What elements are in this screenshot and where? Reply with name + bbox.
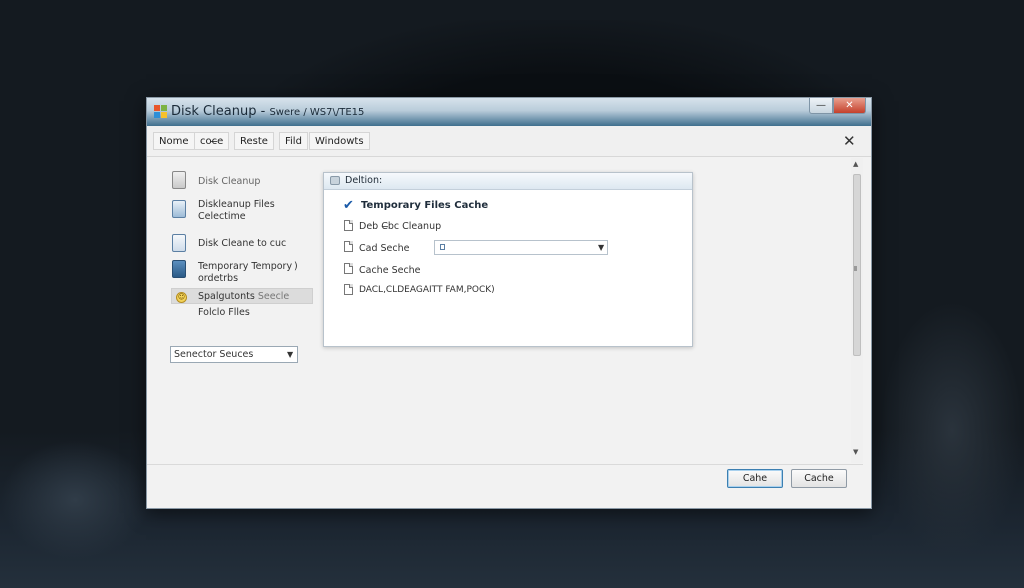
deletion-panel-header: Deltion: [324, 173, 692, 190]
file-icon [344, 241, 353, 252]
menu-reste[interactable]: Reste [234, 132, 274, 150]
chevron-down-icon: ▼ [598, 243, 605, 252]
option-cache-seche[interactable]: Cache Seche [359, 265, 421, 276]
menu-fild[interactable]: Fild [279, 132, 308, 150]
disk-cleanup-window: Disk Cleanup - Swere / WS7\/TE15 — ✕ Nom… [146, 97, 872, 509]
checkmark-icon[interactable]: ✔ [343, 198, 354, 213]
selector-dropdown-value: Senector Seuces [174, 349, 254, 360]
file-icon [344, 284, 353, 295]
document-icon [172, 234, 186, 252]
nav-diskleanup-files[interactable]: Diskleanup Files Celectime [198, 199, 275, 223]
scrollbar-grip-icon [854, 266, 857, 271]
nav-folclo-files[interactable]: Folclo Flles [198, 307, 250, 319]
menu-code[interactable]: coc̶e [194, 132, 230, 150]
smiley-icon: ☺ [176, 292, 187, 303]
files-icon [172, 200, 186, 218]
drive-icon [330, 176, 340, 185]
vertical-scrollbar[interactable]: ▲ ▼ [851, 158, 863, 463]
temp-files-icon [172, 260, 186, 278]
close-icon: ✕ [845, 100, 854, 111]
window-close-button[interactable]: ✕ [833, 98, 866, 114]
deletion-panel-title: Deltion: [345, 175, 383, 186]
cancel-button[interactable]: Cache [791, 469, 847, 488]
close-icon[interactable]: ✕ [843, 134, 856, 149]
option-cad-seche[interactable]: Cad Seche [359, 243, 409, 254]
scroll-down-icon[interactable]: ▼ [853, 448, 858, 456]
file-icon [440, 244, 445, 250]
menu-windows[interactable]: Windowts [309, 132, 370, 150]
window-subtitle: Swere / WS7\/TE15 [269, 107, 365, 118]
nav-disk-cleane[interactable]: Disk Cleane to cuc [198, 238, 286, 250]
option-deb-cleanup[interactable]: Deb C̶bc Cleanup [359, 221, 441, 232]
scrollbar-thumb[interactable] [853, 174, 861, 356]
nav-disk-cleanup[interactable]: Disk Cleanup [198, 176, 260, 188]
window-title-text: Disk Cleanup [171, 104, 257, 119]
file-icon [344, 220, 353, 231]
option-temporary-files-cache[interactable]: Temporary Files Cache [361, 200, 488, 211]
cad-seche-combo[interactable]: ▼ [434, 240, 608, 255]
scroll-up-icon[interactable]: ▲ [853, 160, 858, 168]
window-title: Disk Cleanup - Swere / WS7\/TE15 [171, 104, 365, 119]
minimize-icon: — [816, 100, 826, 111]
minimize-button[interactable]: — [809, 98, 833, 114]
windows-logo-icon [154, 105, 167, 118]
deletion-panel: Deltion: ✔ Temporary Files Cache Deb C̶b… [323, 172, 693, 347]
selector-dropdown[interactable]: Senector Seuces ▼ [170, 346, 298, 363]
menu-nome[interactable]: Nome [153, 132, 195, 150]
chevron-down-icon: ▼ [287, 350, 294, 359]
disk-icon [172, 171, 186, 189]
option-dacl[interactable]: DACL,CLDEAGAITT FAM,POCK) [359, 285, 495, 295]
nav-spalgutonts[interactable]: Spalgutonts Seecle [198, 291, 289, 303]
menu-bar: Nome coc̶e Reste Fild Windowts ✕ [147, 126, 871, 157]
title-bar[interactable]: Disk Cleanup - Swere / WS7\/TE15 — ✕ [147, 98, 871, 126]
divider [147, 464, 863, 465]
nav-temporary[interactable]: Temporary Tempory ) ordetrbs [198, 261, 298, 285]
ok-button[interactable]: Cahe [727, 469, 783, 488]
file-icon [344, 263, 353, 274]
